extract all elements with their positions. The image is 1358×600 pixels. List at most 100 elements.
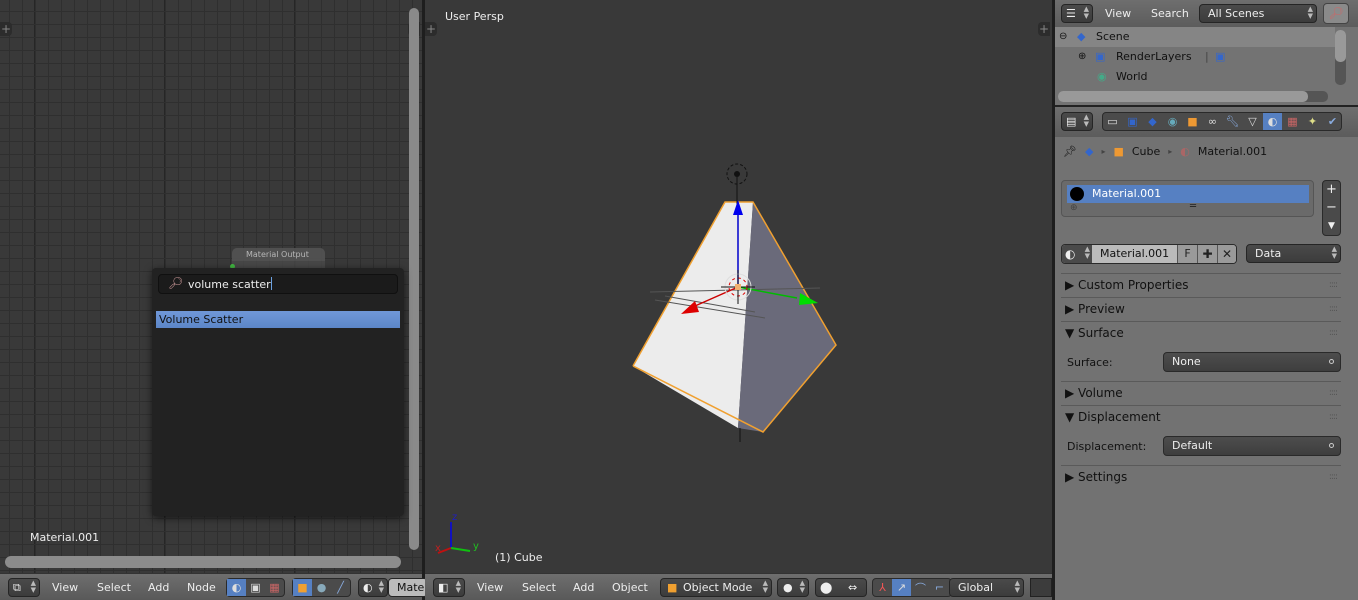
cube-icon: ■ — [667, 581, 678, 594]
menu-view[interactable]: View — [1105, 7, 1131, 20]
menu-view[interactable]: View — [52, 581, 78, 594]
material-browse-button[interactable]: ◐ ▲ ▼ — [358, 578, 388, 597]
material-tab-icon[interactable]: ◐ — [1263, 113, 1282, 130]
display-mode-selector[interactable]: All Scenes ▲ ▼ — [1199, 4, 1317, 23]
unlink-material-button[interactable]: ✕ — [1217, 245, 1236, 263]
drag-handle[interactable]: :::: — [1329, 298, 1338, 320]
horizontal-scrollbar[interactable] — [5, 556, 401, 568]
surface-selector[interactable]: None — [1163, 352, 1341, 372]
menu-add[interactable]: Add — [573, 581, 594, 594]
render-layers-tab-icon[interactable]: ▣ — [1123, 113, 1142, 130]
3d-view-icon: ◧ — [438, 581, 449, 594]
fake-user-button[interactable]: F — [1177, 245, 1197, 263]
panel-displacement[interactable]: ▼ Displacement:::: — [1061, 405, 1341, 427]
node-search-input[interactable]: 🔎︎ volume scatter — [158, 274, 398, 294]
material-name-field[interactable]: Material.001 — [1092, 245, 1177, 263]
expand-arrow-icon: ▶ — [1065, 470, 1079, 484]
add-filter-icon[interactable]: ⊕ — [1070, 203, 1078, 213]
pivot-selector[interactable]: ⬤ ⇔ — [815, 578, 867, 597]
scale-icon[interactable]: ⌐ — [930, 579, 949, 596]
linestyle-source-icon[interactable]: ╱ — [331, 579, 350, 596]
lamp-icon[interactable] — [726, 163, 748, 205]
properties-editor: ▤ ▲ ▼ ▭ ▣ ◆ ◉ ■ ∞ 🔧︎ ▽ ◐ ▦ ✦ ✔ 📌︎ ◆ ▸ ■ Cu… — [1055, 107, 1358, 600]
collapse-icon[interactable]: ⊖ — [1059, 27, 1067, 47]
menu-select[interactable]: Select — [522, 581, 556, 594]
surface-label: Surface: — [1067, 356, 1113, 369]
outliner-item-renderlayers[interactable]: ⊕ ▣ RenderLayers | ▣ — [1055, 47, 1335, 67]
menu-node[interactable]: Node — [187, 581, 216, 594]
outliner-item-world[interactable]: ◉ World — [1055, 67, 1335, 87]
editor-type-selector[interactable]: ▤ ▲ ▼ — [1061, 112, 1093, 131]
expand-icon[interactable]: ⊕ — [1078, 47, 1086, 67]
world-tab-icon[interactable]: ◉ — [1163, 113, 1182, 130]
drag-handle[interactable]: :::: — [1329, 466, 1338, 488]
object-tab-icon[interactable]: ■ — [1183, 113, 1202, 130]
texture-tab-icon[interactable]: ▦ — [1283, 113, 1302, 130]
remove-slot-button[interactable]: − — [1323, 199, 1340, 217]
panel-settings[interactable]: ▶ Settings:::: — [1061, 465, 1341, 487]
snap-manipulate-icon[interactable]: ⇔ — [848, 579, 857, 596]
list-resize-handle[interactable]: ═ — [1190, 201, 1196, 212]
menu-view[interactable]: View — [477, 581, 503, 594]
add-slot-button[interactable]: + — [1323, 181, 1340, 199]
svg-text:y: y — [473, 541, 479, 552]
world-icon: ◉ — [1097, 70, 1107, 83]
pin-icon[interactable]: 📌︎ — [1063, 145, 1077, 158]
new-material-button[interactable]: ✚ — [1197, 245, 1217, 263]
node-editor[interactable]: + + Material Output Material.001 🔎︎ volu… — [0, 0, 422, 573]
shading-selector[interactable]: ● ▲ ▼ — [777, 578, 809, 597]
material-name-field[interactable]: Mater — [388, 578, 429, 597]
y-axis-arrow[interactable] — [799, 293, 818, 305]
editor-type-selector[interactable]: ☰ ▲ ▼ — [1061, 4, 1093, 23]
physics-tab-icon[interactable]: ✔ — [1323, 113, 1342, 130]
orientation-selector[interactable]: Global ▲ ▼ — [949, 578, 1024, 597]
drag-handle[interactable]: :::: — [1329, 322, 1338, 344]
outliner-vscroll[interactable] — [1335, 30, 1346, 62]
vertical-scrollbar[interactable] — [409, 8, 419, 550]
panel-volume[interactable]: ▶ Volume:::: — [1061, 381, 1341, 403]
panel-custom-properties[interactable]: ▶ Custom Properties:::: — [1061, 273, 1341, 295]
context-tabs: ▭ ▣ ◆ ◉ ■ ∞ 🔧︎ ▽ ◐ ▦ ✦ ✔ — [1102, 112, 1342, 131]
pyramid-mesh[interactable] — [632, 201, 837, 433]
menu-add[interactable]: Add — [148, 581, 169, 594]
editor-type-selector[interactable]: ⧉ ▲ ▼ — [8, 578, 40, 597]
world-source-icon[interactable]: ● — [312, 579, 331, 596]
mode-selector[interactable]: ■ Object Mode ▲ ▼ — [660, 578, 772, 597]
panel-surface[interactable]: ▼ Surface:::: — [1061, 321, 1341, 343]
layer-buttons[interactable] — [1030, 578, 1052, 597]
modifiers-tab-icon[interactable]: 🔧︎ — [1223, 113, 1242, 130]
constraints-tab-icon[interactable]: ∞ — [1203, 113, 1222, 130]
menu-search[interactable]: Search — [1151, 7, 1189, 20]
drag-handle[interactable]: :::: — [1329, 274, 1338, 296]
slot-specials-menu[interactable]: ▼ — [1323, 217, 1340, 235]
material-slot-item[interactable]: Material.001 — [1067, 185, 1309, 203]
panel-preview[interactable]: ▶ Preview:::: — [1061, 297, 1341, 319]
texture-shader-icon[interactable]: ▦ — [265, 579, 284, 596]
drag-handle[interactable]: :::: — [1329, 406, 1338, 428]
displacement-selector[interactable]: Default — [1163, 436, 1341, 456]
translate-icon[interactable]: ↗ — [892, 579, 911, 596]
world-shader-icon[interactable]: ▣ — [246, 579, 265, 596]
render-tab-icon[interactable]: ▭ — [1103, 113, 1122, 130]
render-layer-icon[interactable]: ▣ — [1215, 47, 1225, 67]
scene-tab-icon[interactable]: ◆ — [1143, 113, 1162, 130]
material-icon: ◐ — [363, 581, 373, 594]
drag-handle[interactable]: :::: — [1329, 382, 1338, 404]
toolshelf-toggle[interactable]: + — [0, 22, 12, 36]
3d-viewport[interactable]: User Persp + + z y x (1) Cube — [425, 0, 1052, 573]
outliner-hscroll[interactable] — [1058, 91, 1308, 102]
link-selector[interactable]: Data ▲ ▼ — [1246, 244, 1341, 263]
manipulator-toggle-icon[interactable]: ⅄ — [873, 579, 892, 596]
data-tab-icon[interactable]: ▽ — [1243, 113, 1262, 130]
browse-material-button[interactable]: ◐ ▲ ▼ — [1062, 245, 1092, 263]
outliner-item-scene[interactable]: ⊖ ◆ Scene — [1055, 27, 1335, 47]
rotate-icon[interactable]: ⌒ — [911, 579, 930, 596]
menu-select[interactable]: Select — [97, 581, 131, 594]
object-source-icon[interactable]: ■ — [293, 579, 312, 596]
particles-tab-icon[interactable]: ✦ — [1303, 113, 1322, 130]
editor-type-selector[interactable]: ◧ ▲ ▼ — [433, 578, 465, 597]
menu-object[interactable]: Object — [612, 581, 648, 594]
object-shader-icon[interactable]: ◐ — [227, 579, 246, 596]
search-toggle[interactable]: 🔎︎ — [1323, 3, 1349, 24]
search-result-item[interactable]: Volume Scatter — [156, 311, 400, 328]
